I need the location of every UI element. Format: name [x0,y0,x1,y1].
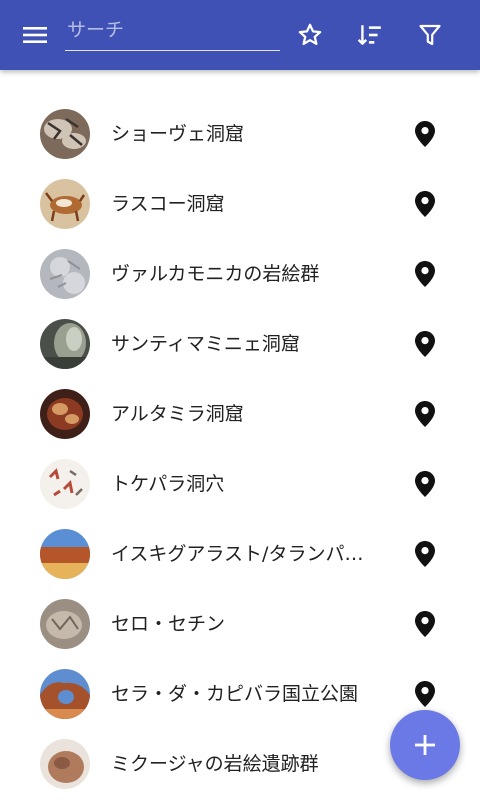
search-input[interactable] [65,10,280,50]
show-on-map-button[interactable] [411,680,439,708]
site-title: ラスコー洞窟 [111,193,225,215]
site-thumbnail [40,529,90,579]
site-thumbnail [40,319,90,369]
site-thumbnail [40,389,90,439]
site-title: アルタミラ洞窟 [111,403,244,425]
list-item[interactable]: トケパラ洞穴 [0,449,480,519]
location-pin-icon [415,471,435,497]
list-item[interactable]: ショーヴェ洞窟 [0,99,480,169]
site-thumbnail [40,179,90,229]
sort-icon [357,25,381,45]
location-pin-icon [415,611,435,637]
site-thumbnail [40,669,90,719]
add-button[interactable] [390,710,460,780]
show-on-map-button[interactable] [411,470,439,498]
list-item[interactable]: アルタミラ洞窟 [0,379,480,449]
site-title: トケパラ洞穴 [111,473,225,495]
site-thumbnail [40,459,90,509]
list-item[interactable]: ヴァルカモニカの岩絵群 [0,239,480,309]
site-thumbnail [40,249,90,299]
site-title: セロ・セチン [111,613,226,635]
show-on-map-button[interactable] [411,260,439,288]
location-pin-icon [415,261,435,287]
filter-button[interactable] [406,11,454,59]
app-bar [0,0,480,70]
show-on-map-button[interactable] [411,400,439,428]
location-pin-icon [415,681,435,707]
site-thumbnail [40,109,90,159]
plus-icon [415,735,435,755]
show-on-map-button[interactable] [411,120,439,148]
list-item[interactable]: ラスコー洞窟 [0,169,480,239]
star-icon [298,23,322,46]
filter-icon [419,24,441,46]
site-thumbnail [40,739,90,789]
site-title: ヴァルカモニカの岩絵群 [111,263,320,285]
site-title: ショーヴェ洞窟 [111,123,245,145]
show-on-map-button[interactable] [411,540,439,568]
favorites-button[interactable] [286,11,334,59]
list-item[interactable]: サンティマミニェ洞窟 [0,309,480,379]
search-field [65,10,280,51]
location-pin-icon [415,331,435,357]
site-thumbnail [40,599,90,649]
location-pin-icon [415,121,435,147]
site-title: セラ・ダ・カピバラ国立公園 [111,683,359,705]
location-pin-icon [415,401,435,427]
menu-button[interactable] [11,11,59,59]
show-on-map-button[interactable] [411,330,439,358]
sort-button[interactable] [346,11,394,59]
site-title: イスキグアラスト/タランパヤ自然公園群 [111,543,376,565]
location-pin-icon [415,191,435,217]
site-title: ミクージャの岩絵遺跡群 [111,753,319,775]
show-on-map-button[interactable] [411,190,439,218]
location-pin-icon [415,541,435,567]
show-on-map-button[interactable] [411,610,439,638]
list-item[interactable]: セロ・セチン [0,589,480,659]
site-title: サンティマミニェ洞窟 [111,333,300,355]
menu-icon [23,27,47,43]
list-item[interactable]: イスキグアラスト/タランパヤ自然公園群 [0,519,480,589]
site-list: ショーヴェ洞窟 ラスコー洞窟 ヴァルカモニカの岩絵群 サンティマミニェ洞窟 アル… [0,99,480,799]
